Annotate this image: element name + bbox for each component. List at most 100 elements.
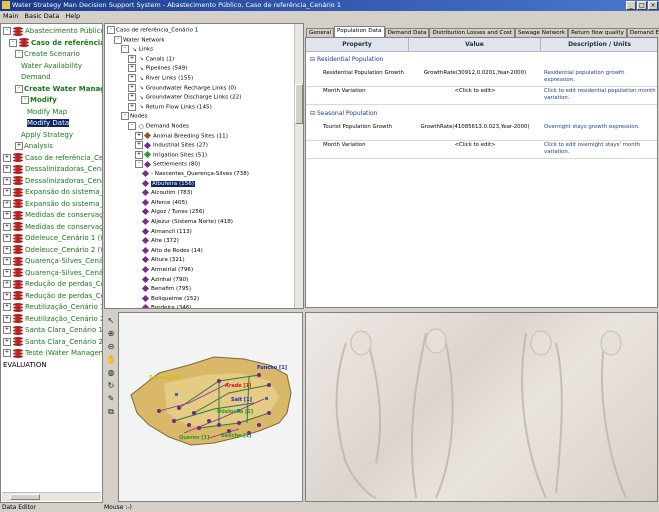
project-tree-item[interactable]: - Caso de referência_Ce — [9, 38, 102, 49]
project-tree-item[interactable]: + Reutilização_Cenário 2 — [3, 314, 102, 325]
refresh-icon[interactable]: ↻ — [106, 381, 116, 391]
project-tree-item[interactable]: Apply Strategy — [21, 130, 73, 141]
expand-icon[interactable]: + — [135, 141, 143, 150]
network-tree-item[interactable]: - ○ Demand Nodes — [128, 122, 189, 132]
collapse-icon[interactable]: ⊟ — [310, 56, 317, 63]
collapse-icon[interactable]: - — [15, 50, 23, 58]
network-tree-item[interactable]: Bordeira (346) — [141, 304, 192, 308]
expand-icon[interactable]: + — [15, 142, 23, 150]
network-tree-item[interactable]: - Nodes — [121, 112, 148, 122]
expand-icon[interactable]: + — [3, 234, 11, 242]
collapse-icon[interactable]: - — [107, 26, 115, 34]
network-tree-item[interactable]: + ↘ Canals (1) — [128, 54, 174, 65]
collapse-icon[interactable]: - — [135, 160, 143, 169]
network-tree-item[interactable]: + ↘ Pipelines (549) — [128, 64, 187, 74]
expand-icon[interactable]: + — [128, 102, 136, 111]
expand-icon[interactable]: + — [3, 222, 11, 231]
minimize-button[interactable]: _ — [626, 1, 636, 10]
network-tree-item[interactable]: Azinhal (790) — [141, 275, 188, 286]
network-tree-item[interactable]: Benafim (795) — [141, 285, 191, 295]
expand-icon[interactable]: + — [3, 314, 11, 323]
maximize-button[interactable]: □ — [637, 1, 647, 10]
network-tree-item[interactable]: Alto de Rodes (14) — [141, 246, 203, 257]
project-tree-item[interactable]: + Medidas de conservaçã — [3, 222, 102, 233]
property-value[interactable]: GrowthRate(30912,0.0201,Year-2000) — [409, 68, 541, 79]
property-value[interactable]: <Click to edit> — [409, 86, 541, 97]
expand-icon[interactable]: + — [3, 245, 11, 254]
globe-icon[interactable]: ◍ — [106, 368, 116, 378]
project-tree-item[interactable]: + Santa Clara_Cenário 1 — [3, 325, 102, 336]
expand-icon[interactable]: + — [135, 150, 143, 159]
project-tree-item[interactable]: Demand — [21, 72, 51, 83]
pointer-icon[interactable]: ↖ — [106, 316, 116, 326]
map-canvas[interactable]: Santa Clara Arade [1] Funcho [1] Odelouc… — [119, 313, 303, 502]
menu-basic-data[interactable]: Basic Data — [25, 11, 60, 21]
collapse-icon[interactable]: - — [21, 96, 29, 104]
project-tree-item[interactable]: + Redução de perdas_Ce — [3, 279, 102, 290]
project-tree-item[interactable]: + Santa Clara_Cenário 2 — [3, 337, 102, 348]
vertical-scrollbar[interactable] — [294, 24, 303, 308]
expand-icon[interactable]: + — [128, 74, 136, 82]
network-map[interactable]: Santa Clara Arade [1] Funcho [1] Odelouc… — [118, 312, 303, 502]
grid-section-header[interactable]: ⊟ Seasonal Population — [306, 108, 378, 120]
network-tree-item[interactable]: Alte (372) — [141, 237, 179, 247]
network-tree-item[interactable]: - Caso de referência_Cenário 1 — [107, 26, 198, 36]
expand-icon[interactable]: + — [128, 83, 136, 92]
expand-icon[interactable]: + — [128, 93, 136, 102]
network-tree-item[interactable]: Almancil (113) — [141, 227, 192, 238]
project-tree-item[interactable]: + Quarença-Silves_Cenár — [3, 268, 102, 279]
expand-icon[interactable]: + — [3, 211, 11, 219]
network-tree-item[interactable]: - ↘ Links — [121, 45, 153, 55]
network-tree-item[interactable]: - Settlements (80) — [135, 160, 200, 170]
zoom-in-icon[interactable]: ⊕ — [106, 329, 116, 339]
project-tree-item[interactable]: Water Availability — [21, 61, 82, 72]
project-tree-item[interactable]: + Analysis — [15, 141, 53, 152]
scrollbar-thumb[interactable] — [295, 84, 303, 124]
pencil-icon[interactable]: ✎ — [106, 394, 116, 404]
collapse-icon[interactable]: - — [114, 35, 122, 44]
expand-icon[interactable]: + — [3, 176, 11, 185]
project-tree-item[interactable]: + Expansão do sistema_ — [3, 199, 102, 210]
collapse-icon[interactable]: - — [15, 84, 23, 93]
expand-icon[interactable]: + — [3, 199, 11, 208]
project-tree-item[interactable]: + Expansão do sistema_ — [3, 187, 102, 198]
expand-icon[interactable]: + — [3, 153, 11, 162]
project-tree-item[interactable]: + Dessalinizadoras_Cená — [3, 164, 102, 175]
project-tree-item[interactable]: + Quarença-Silves_Cenár — [3, 256, 102, 267]
expand-icon[interactable]: + — [3, 291, 11, 300]
expand-icon[interactable]: + — [3, 165, 11, 173]
menu-help[interactable]: Help — [65, 11, 80, 21]
expand-icon[interactable]: + — [128, 64, 136, 73]
network-tree-item[interactable]: + ↘ Return Flow Links (145) — [128, 102, 212, 113]
network-tree-item[interactable]: Algoz / Tunes (256) — [141, 208, 205, 218]
collapse-icon[interactable]: - — [121, 45, 129, 54]
scrollbar-thumb[interactable] — [10, 494, 40, 500]
network-tree-item[interactable]: Armeirial (796) — [141, 265, 193, 276]
project-tree-item[interactable]: Modify Data — [27, 118, 70, 129]
project-tree[interactable]: - Abastecimento Público - Caso de referênci… — [0, 23, 103, 503]
property-value[interactable]: GrowthRate(41085613.0.023,Year-2000) — [409, 122, 541, 133]
expand-icon[interactable]: + — [3, 188, 11, 196]
expand-icon[interactable]: + — [3, 326, 11, 334]
project-tree-item[interactable]: + Dessalinizadoras_Cená — [3, 176, 102, 187]
property-value[interactable]: <Click to edit> — [409, 140, 541, 151]
network-tree[interactable]: - Caso de referência_Cenário 1- Water Netw… — [104, 23, 304, 309]
network-tree-item[interactable]: Alcoutim (783) — [141, 189, 192, 199]
network-tree-item[interactable]: Alferce (405) — [141, 198, 187, 209]
network-tree-item[interactable]: Boliqueime (152) — [141, 294, 199, 305]
network-tree-item[interactable]: Albufeira (156) — [141, 179, 195, 190]
expand-icon[interactable]: + — [3, 280, 11, 288]
network-tree-item[interactable]: + ↘ River Links (155) — [128, 74, 193, 84]
collapse-icon[interactable]: - — [121, 112, 129, 121]
expand-icon[interactable]: + — [3, 337, 11, 346]
collapse-icon[interactable]: - — [128, 122, 136, 130]
network-tree-item[interactable]: + Irrigation Sites (51) — [135, 150, 207, 161]
collapse-icon[interactable]: ⊟ — [310, 110, 317, 117]
pan-icon[interactable]: ✋ — [106, 355, 116, 365]
network-icon[interactable]: ⧉ — [106, 407, 116, 417]
project-tree-item[interactable]: + Teste (Water Managem — [3, 348, 102, 359]
collapse-icon[interactable]: - — [3, 27, 11, 35]
network-tree-item[interactable]: Altura (321) — [141, 256, 185, 266]
expand-icon[interactable]: + — [135, 131, 143, 140]
network-tree-item[interactable]: - Nascentes_Querença-Silves (738) — [141, 169, 249, 180]
